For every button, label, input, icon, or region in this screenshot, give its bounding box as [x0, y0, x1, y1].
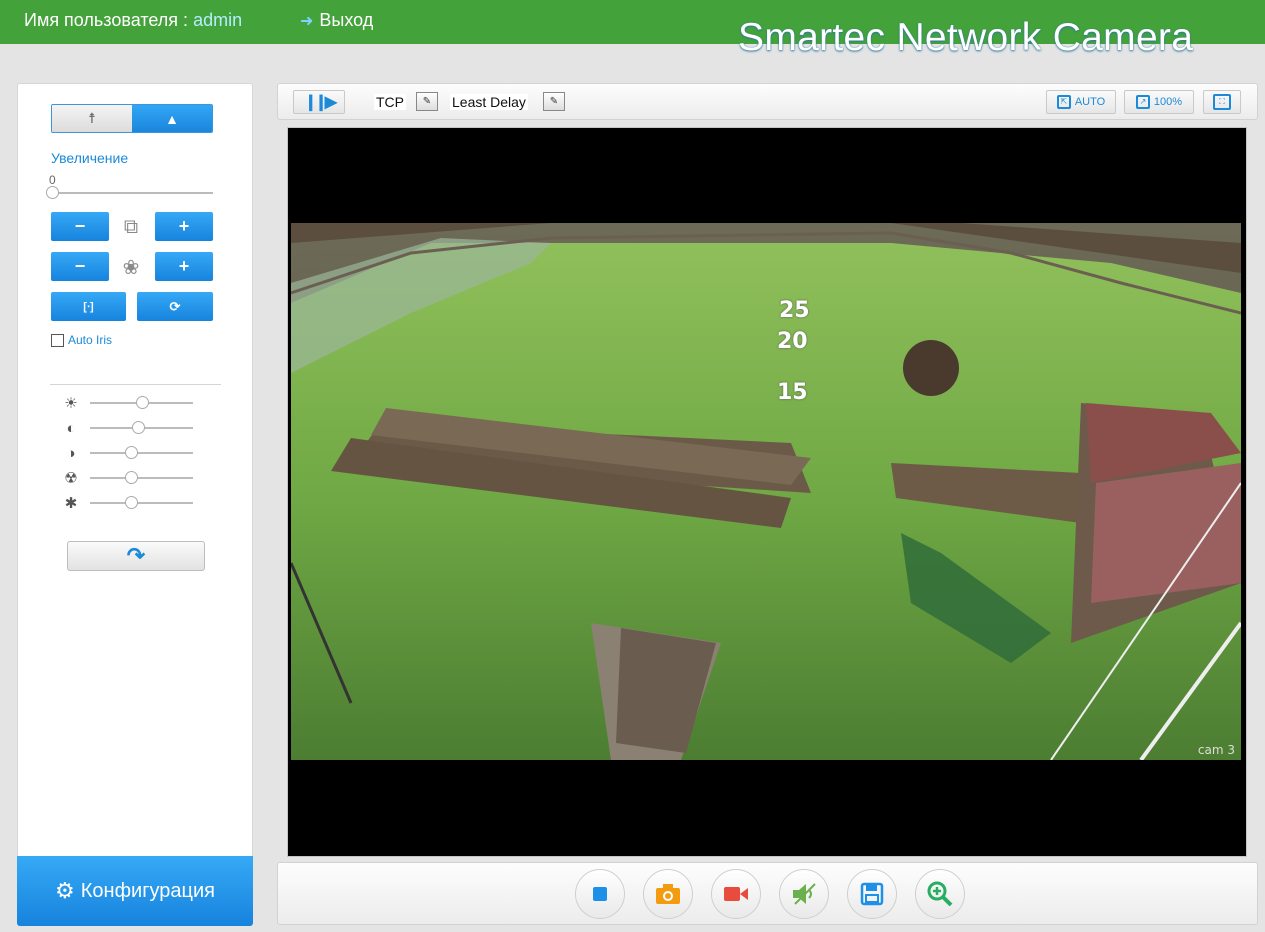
adjust-slider-track[interactable] [90, 446, 193, 459]
video-record-icon [724, 887, 748, 901]
video-viewport[interactable]: 25 20 15 cam 3 [287, 127, 1247, 857]
reset-adjust-button[interactable]: ↷ [67, 541, 205, 571]
ptz-control-panel: ☨ ▲ Увеличение 0 − ⧉ + − ❀ + [∙] ⟳ Auto … [17, 83, 253, 926]
protocol-label: TCP [374, 94, 406, 110]
ptz-mode-tab[interactable]: ☨ [52, 105, 132, 132]
image-adjust-row: ✱ [60, 494, 200, 512]
brand-title: Smartec Network Camera [738, 16, 1194, 59]
divider [50, 384, 221, 385]
original-size-label: 100% [1153, 96, 1183, 108]
logout-label: Выход [319, 10, 374, 30]
one-push-focus-button[interactable]: ⟳ [137, 292, 213, 321]
auto-iris-option[interactable]: Auto Iris [51, 333, 112, 347]
auto-iris-checkbox[interactable] [51, 333, 64, 347]
logout-link[interactable]: ➜ Выход [300, 10, 373, 31]
configuration-button[interactable]: ⚙ Конфигурация [17, 856, 253, 926]
speaker-mute-icon [793, 883, 816, 905]
adjust-slider-handle[interactable] [132, 421, 146, 434]
adjust-slider-track[interactable] [90, 471, 193, 484]
image-mode-tab[interactable]: ▲ [132, 105, 212, 132]
fit-icon: ⇱ [1056, 95, 1071, 109]
image-adjust-row: ◐ [60, 419, 200, 437]
zoom-in-button[interactable]: + [155, 212, 213, 241]
osd-value-1: 25 [779, 298, 810, 323]
auto-iris-label: Auto Iris [68, 333, 113, 347]
camera-icon [656, 884, 680, 904]
zoom-icon: ⧉ [123, 215, 139, 238]
adjust-slider-handle[interactable] [125, 446, 139, 459]
edit-icon: ✎ [549, 96, 559, 107]
video-toolbar: ❙❙▶ TCP ✎ Least Delay ✎ ⇱ AUTO ↗ 100% ⛶ [277, 83, 1258, 120]
garden-scene [291, 223, 1241, 760]
adjust-slider-handle[interactable] [125, 471, 139, 484]
username: admin [193, 10, 243, 30]
zoom-slider-handle[interactable] [46, 186, 59, 199]
ptz-joystick-icon: ☨ [88, 110, 96, 126]
zoom-value: 0 [49, 173, 56, 187]
adjust-slider-track[interactable] [90, 421, 193, 434]
original-size-button[interactable]: ↗ 100% [1124, 90, 1194, 114]
adjust-slider-track[interactable] [90, 496, 193, 509]
configuration-label: Конфигурация [80, 879, 215, 902]
zoom-slider-track[interactable] [53, 192, 213, 194]
iris-open-button[interactable]: + [155, 252, 213, 281]
adjust-slider-handle[interactable] [125, 496, 139, 509]
refresh-icon: ⟳ [169, 298, 181, 314]
camera-label: cam 3 [1197, 743, 1235, 757]
floppy-icon [860, 882, 884, 906]
image-adjust-row: ☀ [60, 394, 200, 412]
fullscreen-button[interactable]: ⛶ [1203, 90, 1241, 114]
user-info: Имя пользователя : admin [24, 10, 242, 31]
auto-size-label: AUTO [1074, 96, 1106, 108]
arrow-right-icon: ➜ [300, 12, 314, 30]
save-button[interactable] [847, 869, 897, 919]
stop-button[interactable] [575, 869, 625, 919]
zoom-label: Увеличение [51, 150, 129, 166]
camera-image: 25 20 15 cam 3 [291, 223, 1241, 760]
iris-icon: ❀ [122, 256, 140, 279]
adjust-slider-handle[interactable] [135, 396, 149, 409]
mode-switch: ☨ ▲ [51, 104, 213, 133]
image-adjust-row: ◑ [60, 444, 200, 462]
play-pause-icon: ❙❙▶ [303, 94, 337, 111]
saturation-icon: ◑ [66, 444, 76, 462]
zoom-out-button[interactable]: − [51, 212, 109, 241]
contrast-icon: ◐ [66, 419, 76, 437]
edit-icon: ✎ [422, 96, 432, 107]
hue-icon: ☢ [64, 470, 78, 487]
user-label: Имя пользователя : [24, 10, 194, 30]
expand-icon: ↗ [1135, 95, 1150, 109]
osd-value-2: 20 [777, 329, 808, 354]
zoom-in-icon [927, 881, 953, 907]
top-bar: Имя пользователя : admin ➜ Выход Smartec… [0, 0, 1265, 59]
delay-mode-dropdown[interactable]: ✎ [543, 92, 565, 111]
tree-icon: ▲ [165, 110, 179, 127]
snapshot-button[interactable] [643, 869, 693, 919]
digital-zoom-button[interactable] [915, 869, 965, 919]
audio-button[interactable] [779, 869, 829, 919]
stop-icon [593, 887, 607, 901]
play-button[interactable]: ❙❙▶ [293, 90, 345, 114]
iris-close-button[interactable]: − [51, 252, 109, 281]
brightness-icon: ☀ [64, 395, 78, 412]
gear-icon: ⚙ [55, 878, 75, 903]
delay-mode-label: Least Delay [450, 94, 528, 110]
image-adjust-row: ☢ [60, 469, 200, 487]
focus-area-button[interactable]: [∙] [51, 292, 126, 321]
adjust-slider-track[interactable] [90, 396, 193, 409]
osd-value-3: 15 [777, 380, 808, 405]
playback-controls [277, 862, 1258, 925]
sharpness-icon: ✱ [64, 495, 78, 512]
protocol-dropdown[interactable]: ✎ [416, 92, 438, 111]
redo-arrow-icon: ↷ [126, 543, 146, 568]
record-button[interactable] [711, 869, 761, 919]
focus-frame-icon: [∙] [83, 300, 94, 313]
auto-size-button[interactable]: ⇱ AUTO [1046, 90, 1116, 114]
fullscreen-icon: ⛶ [1213, 94, 1231, 110]
